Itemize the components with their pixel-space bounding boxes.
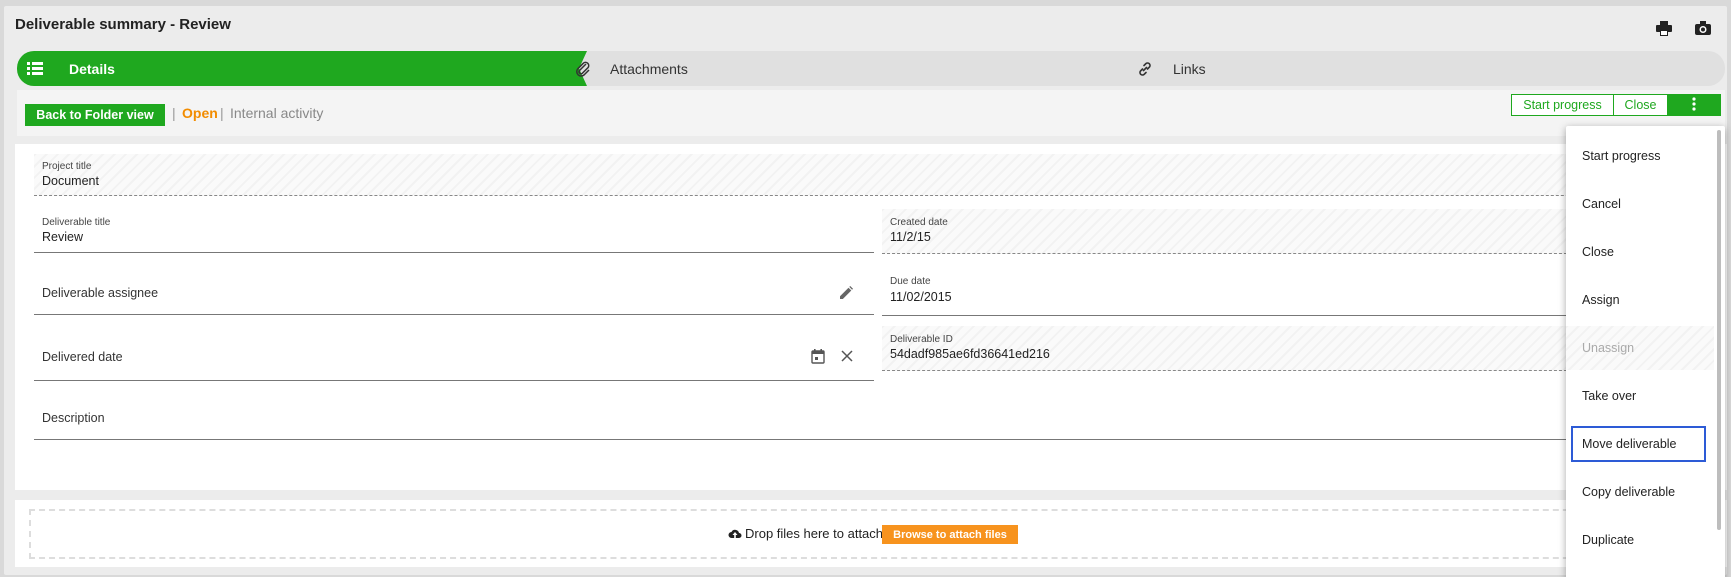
calendar-icon[interactable]: [810, 348, 826, 364]
drop-zone-text: Drop files here to attach, or: [728, 526, 902, 541]
due-date-field[interactable]: Due date 11/02/2015: [882, 264, 1582, 316]
description-field[interactable]: Description: [34, 389, 1704, 440]
tab-links-label: Links: [1173, 60, 1206, 77]
menu-scrollbar[interactable]: [1717, 130, 1721, 530]
field-value: 11/2/15: [890, 230, 931, 244]
menu-item-unassign: Unassign: [1566, 326, 1714, 370]
start-progress-button[interactable]: Start progress: [1511, 94, 1614, 116]
status-label: Open: [182, 105, 218, 121]
deliverable-summary-window: Deliverable summary - Review Details Att…: [4, 6, 1727, 577]
tab-attachments[interactable]: Attachments: [573, 51, 1129, 86]
link-icon: [1135, 59, 1155, 79]
paperclip-icon: [573, 59, 593, 79]
browse-files-button[interactable]: Browse to attach files: [882, 525, 1018, 544]
cloud-upload-icon: [728, 528, 742, 540]
tab-attachments-label: Attachments: [610, 60, 688, 77]
field-label: Project title: [42, 161, 92, 172]
clear-icon[interactable]: [839, 348, 855, 364]
tab-bar: Details Attachments Links: [17, 51, 1725, 86]
field-label: Deliverable title: [42, 217, 111, 228]
field-placeholder: Delivered date: [42, 350, 123, 364]
field-label: Due date: [890, 276, 931, 287]
field-value: Document: [42, 174, 99, 188]
created-date-field: Created date 11/2/15: [882, 209, 1582, 254]
drop-instructions: Drop files here to attach, or: [745, 526, 902, 541]
menu-item-close[interactable]: Close: [1566, 234, 1714, 270]
separator: |: [172, 105, 176, 121]
pencil-icon[interactable]: [838, 285, 854, 301]
back-to-folder-button[interactable]: Back to Folder view: [25, 104, 165, 126]
menu-item-take-over[interactable]: Take over: [1566, 378, 1714, 414]
print-icon[interactable]: [1655, 19, 1673, 37]
field-value: 54dadf985ae6fd36641ed216: [890, 347, 1050, 361]
menu-item-duplicate[interactable]: Duplicate: [1566, 522, 1714, 558]
menu-item-move-deliverable[interactable]: Move deliverable: [1571, 426, 1706, 462]
close-button[interactable]: Close: [1613, 94, 1668, 116]
field-value: Review: [42, 230, 83, 244]
menu-item-assign[interactable]: Assign: [1566, 282, 1714, 318]
project-title-field: Project title Document: [34, 154, 1704, 196]
list-icon: [25, 59, 45, 79]
menu-item-cancel[interactable]: Cancel: [1566, 186, 1714, 222]
field-label: Deliverable ID: [890, 334, 953, 345]
tab-details-label: Details: [69, 60, 115, 77]
action-toolbar: Back to Folder view | Open | Internal ac…: [17, 90, 1725, 136]
more-actions-menu: Start progress Cancel Close Assign Unass…: [1566, 126, 1725, 577]
field-value: 11/02/2015: [890, 290, 952, 304]
field-placeholder: Deliverable assignee: [42, 286, 159, 300]
delivered-date-field[interactable]: Delivered date: [34, 326, 874, 381]
activity-type-label: Internal activity: [230, 105, 324, 121]
menu-item-start-progress[interactable]: Start progress: [1566, 138, 1714, 174]
details-form: Project title Document Deliverable title…: [15, 144, 1727, 490]
field-label: Created date: [890, 217, 948, 228]
window-title: Deliverable summary - Review: [15, 16, 231, 33]
deliverable-id-field: Deliverable ID 54dadf985ae6fd36641ed216: [882, 326, 1582, 371]
title-bar: Deliverable summary - Review: [4, 6, 1727, 50]
attachment-drop-panel: Drop files here to attach, or Browse to …: [15, 500, 1727, 567]
deliverable-title-field[interactable]: Deliverable title Review: [34, 209, 874, 253]
separator: |: [220, 105, 224, 121]
menu-item-copy-deliverable[interactable]: Copy deliverable: [1566, 474, 1714, 510]
camera-icon[interactable]: [1694, 19, 1712, 37]
tab-links[interactable]: Links: [1135, 51, 1725, 86]
deliverable-assignee-field[interactable]: Deliverable assignee: [34, 264, 874, 315]
field-placeholder: Description: [42, 411, 105, 425]
tab-details[interactable]: Details: [17, 51, 587, 86]
more-vertical-icon: [1692, 96, 1696, 114]
more-actions-button[interactable]: [1667, 94, 1721, 116]
drop-zone[interactable]: Drop files here to attach, or: [29, 509, 1629, 559]
